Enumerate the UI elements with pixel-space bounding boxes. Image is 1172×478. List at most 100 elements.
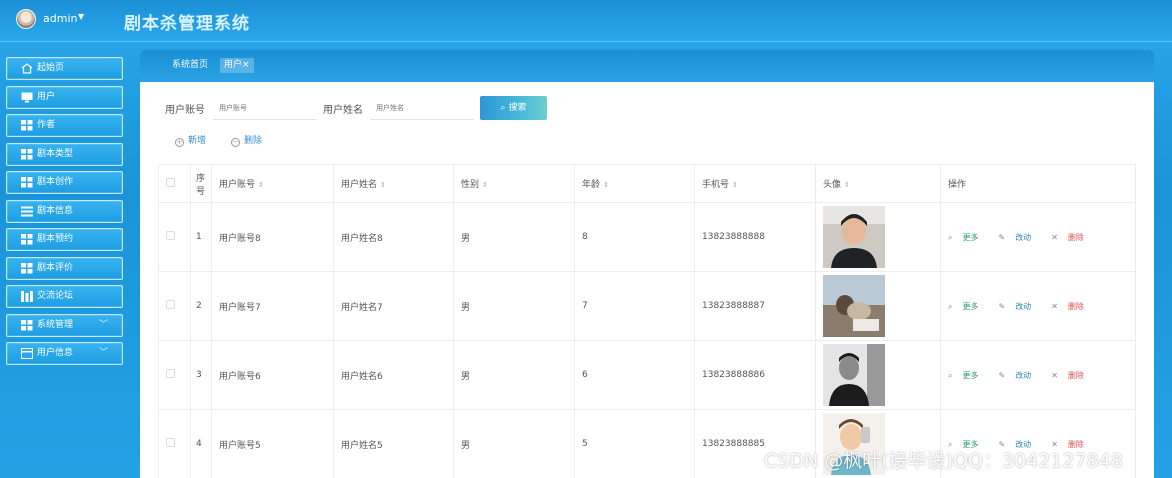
breadcrumb-current-label: 用户 [224,60,243,70]
row-checkbox[interactable] [166,300,175,309]
sidebar-item-script-review[interactable]: 剧本评价 [6,257,123,280]
row-avatar-cell [815,271,941,341]
row-checkbox[interactable] [166,231,175,240]
table-row: 2 用户账号7 用户姓名7 男 7 13823888887 ⌕ 更多 ✎ 改动 ✕ 删除 [158,271,1136,341]
add-button[interactable]: + 新增 [175,133,206,147]
delete-label: 删除 [1067,370,1084,380]
row-checkbox-cell[interactable] [158,409,191,478]
edit-button[interactable]: ✎ 改动 [998,233,1041,242]
breadcrumb-home[interactable]: 系统首页 [168,58,212,73]
sidebar-item-system-manage[interactable]: 系统管理 ﹀ [6,314,123,337]
more-button[interactable]: ⌕ 更多 [948,302,988,311]
user-avatar-photo[interactable] [823,344,885,406]
user-dropdown-caret-icon[interactable]: ▼ [78,12,84,21]
column-header-label: 性别 [461,180,480,190]
row-checkbox[interactable] [166,369,175,378]
row-age: 5 [574,409,695,478]
sidebar-item-user[interactable]: 用户 [6,86,123,109]
row-checkbox-cell[interactable] [158,202,191,272]
edit-label: 改动 [1015,301,1032,311]
row-name: 用户姓名5 [333,409,454,478]
column-header-gender[interactable]: 性别 ⇕ [453,164,575,203]
name-label: 用户姓名 [323,105,363,116]
row-gender: 男 [453,202,575,272]
sort-icon[interactable]: ⇕ [603,181,609,189]
row-checkbox[interactable] [166,438,175,447]
name-search-input[interactable] [370,96,474,120]
sidebar-item-label: 作者 [37,120,56,130]
row-account: 用户账号5 [211,409,334,478]
home-icon [21,63,33,74]
row-gender: 男 [453,271,575,341]
row-age: 6 [574,340,695,410]
edit-icon: ✎ [998,301,1006,311]
bar-icon [21,291,33,302]
row-index: 3 [190,340,212,410]
row-checkbox-cell[interactable] [158,340,191,410]
row-account: 用户账号6 [211,340,334,410]
watermark-text: CSDN @枫叶(接毕设)QQ：3042127848 [764,450,1123,472]
sidebar-item-script-type[interactable]: 剧本类型 [6,143,123,166]
add-button-label: 新增 [188,136,207,146]
more-label: 更多 [962,232,979,242]
admin-avatar[interactable] [16,9,36,29]
sidebar-item-author[interactable]: 作者 [6,114,123,137]
row-name: 用户姓名6 [333,340,454,410]
delete-button[interactable]: ✕ 删除 [1051,302,1094,311]
more-button[interactable]: ⌕ 更多 [948,233,988,242]
monitor-icon [21,92,33,103]
row-avatar-cell [815,202,941,272]
delete-button[interactable]: ✕ 删除 [1051,371,1094,380]
edit-button[interactable]: ✎ 改动 [998,302,1041,311]
row-phone: 13823888888 [694,202,816,272]
edit-icon: ✎ [998,370,1006,380]
sort-icon[interactable]: ⇕ [380,181,386,189]
column-header-label: 用户账号 [219,180,256,190]
delete-label: 删除 [1067,301,1084,311]
row-phone: 13823888886 [694,340,816,410]
row-phone: 13823888887 [694,271,816,341]
user-avatar-photo[interactable] [823,206,885,268]
sidebar-item-label: 剧本信息 [37,206,74,216]
table-row: 1 用户账号8 用户姓名8 男 8 13823888888 ⌕ 更多 ✎ 改动 ✕ 删除 [158,202,1136,272]
search-button[interactable]: ⌕ 搜索 [480,96,547,120]
column-header-ops: 操作 [940,164,1136,203]
edit-button[interactable]: ✎ 改动 [998,371,1041,380]
more-button[interactable]: ⌕ 更多 [948,371,988,380]
column-header-account[interactable]: 用户账号 ⇕ [211,164,334,203]
close-icon[interactable]: × [242,60,250,70]
delete-button[interactable]: ✕ 删除 [1051,233,1094,242]
column-header-phone[interactable]: 手机号 ⇕ [694,164,816,203]
column-header-avatar[interactable]: 头像 ⇕ [815,164,941,203]
batch-delete-button[interactable]: − 删除 [231,133,262,147]
sidebar-item-script-booking[interactable]: 剧本预约 [6,228,123,251]
more-label: 更多 [962,370,979,380]
column-header-age[interactable]: 年龄 ⇕ [574,164,695,203]
breadcrumb-current-tab[interactable]: 用户× [220,58,254,73]
batch-delete-label: 删除 [244,136,263,146]
user-avatar-photo[interactable] [823,275,885,337]
sidebar-item-start[interactable]: 起始页 [6,57,123,80]
column-header-label: 用户姓名 [341,180,378,190]
row-index: 2 [190,271,212,341]
sort-icon[interactable]: ⇕ [844,181,850,189]
row-account: 用户账号7 [211,271,334,341]
column-header-name[interactable]: 用户姓名 ⇕ [333,164,454,203]
admin-username[interactable]: admin [43,12,77,25]
sidebar-item-label: 剧本类型 [37,149,74,159]
sidebar-item-user-info[interactable]: 用户信息 ﹀ [6,342,123,365]
select-all-checkbox[interactable] [166,177,175,187]
sidebar-item-label: 剧本评价 [37,263,74,273]
header-checkbox-cell[interactable] [158,164,191,203]
sort-icon[interactable]: ⇕ [258,181,264,189]
sidebar-item-label: 用户信息 [37,348,74,358]
row-index: 1 [190,202,212,272]
row-checkbox-cell[interactable] [158,271,191,341]
sort-icon[interactable]: ⇕ [732,181,738,189]
sidebar-item-script-create[interactable]: 剧本创作 [6,171,123,194]
sidebar-item-script-info[interactable]: 剧本信息 [6,200,123,223]
account-search-input[interactable] [213,96,317,120]
sidebar-item-forum[interactable]: 交流论坛 [6,285,123,308]
sort-icon[interactable]: ⇕ [482,181,488,189]
row-index: 4 [190,409,212,478]
